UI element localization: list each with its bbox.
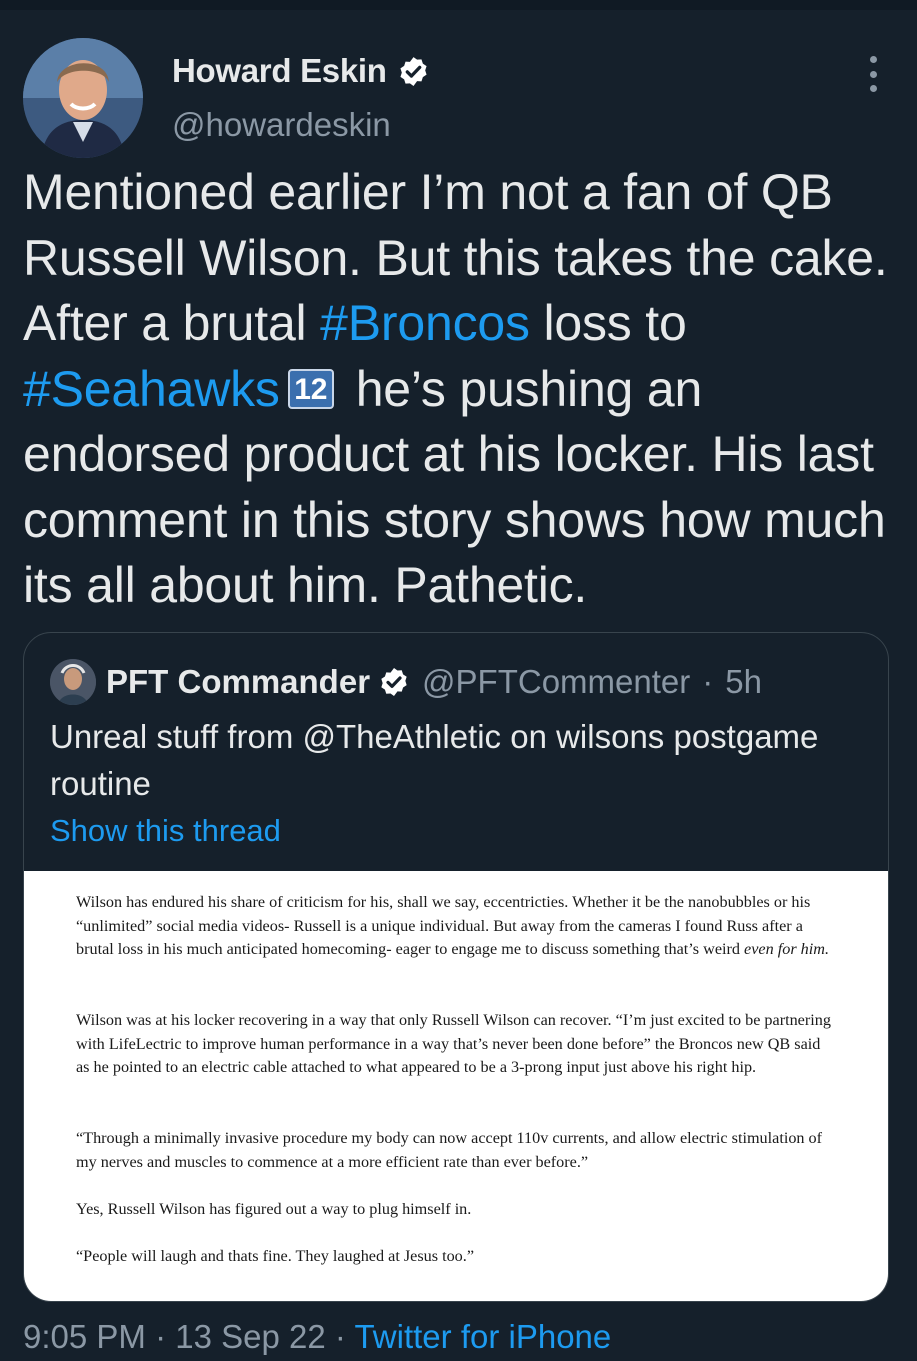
author-handle[interactable]: @howardeskin	[172, 106, 391, 144]
tweet-metadata: 9:05 PM · 13 Sep 22 · Twitter for iPhone	[23, 1318, 611, 1356]
author-photo	[23, 38, 143, 158]
tweet-text: Mentioned earlier I’m not a fan of QB Ru…	[23, 160, 903, 619]
quoted-time[interactable]: 5h	[725, 663, 762, 701]
author-name-row: Howard Eskin	[172, 52, 430, 90]
quoted-handle[interactable]: @PFTCommenter	[422, 663, 690, 701]
article-screenshot-image[interactable]: Wilson has endured his share of criticis…	[24, 871, 888, 1301]
quoted-tweet-card[interactable]: PFT Commander @PFTCommenter · 5h Unreal …	[23, 632, 889, 1302]
metadata-separator: ·	[334, 1318, 346, 1355]
article-paragraph-4: Yes, Russell Wilson has figured out a wa…	[76, 1200, 472, 1218]
author-display-name[interactable]: Howard Eskin	[172, 52, 387, 90]
article-paragraph-1: Wilson has endured his share of criticis…	[76, 891, 836, 962]
article-emphasis: even for him.	[744, 940, 830, 958]
quoted-author-photo	[50, 659, 96, 705]
tweet-time: 9:05 PM	[23, 1318, 146, 1355]
article-paragraph-3: “Through a minimally invasive procedure …	[76, 1129, 823, 1171]
metadata-separator: ·	[155, 1318, 167, 1355]
tweet-date: 13 Sep 22	[175, 1318, 326, 1355]
tweet-source-link[interactable]: Twitter for iPhone	[354, 1318, 611, 1355]
hashtag-seahawks-link[interactable]: #Seahawks	[23, 361, 280, 417]
verified-badge-icon	[400, 56, 427, 86]
article-text: Wilson has endured his share of criticis…	[76, 893, 811, 958]
show-thread-link[interactable]: Show this thread	[50, 813, 281, 849]
number-12-emoji-icon: 12	[287, 369, 334, 410]
quoted-tweet-text: Unreal stuff from @TheAthletic on wilson…	[50, 718, 819, 802]
quoted-tweet-header: PFT Commander @PFTCommenter · 5h	[50, 659, 762, 705]
quoted-author-avatar[interactable]	[50, 659, 96, 705]
author-avatar[interactable]	[23, 38, 143, 158]
verified-badge-icon	[381, 668, 407, 696]
more-options-icon[interactable]	[858, 56, 888, 92]
article-paragraph-5: “People will laugh and thats fine. They …	[76, 1247, 475, 1265]
hashtag-broncos-link[interactable]: #Broncos	[320, 295, 530, 351]
article-paragraph-2: Wilson was at his locker recovering in a…	[76, 1011, 831, 1076]
top-divider	[0, 0, 917, 10]
tweet-text-part: loss to	[529, 295, 687, 351]
quoted-display-name[interactable]: PFT Commander	[106, 663, 370, 701]
quoted-separator: ·	[702, 663, 714, 700]
